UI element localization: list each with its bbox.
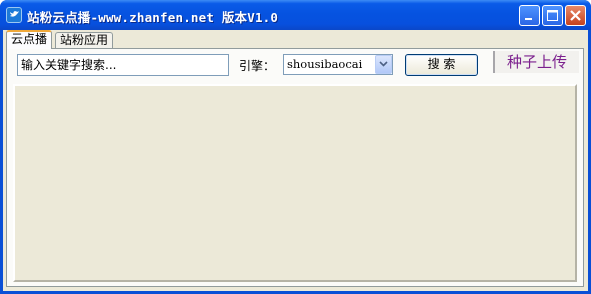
tab-cloud-vod[interactable]: 云点播: [6, 30, 53, 49]
torrent-upload-link[interactable]: 种子上传: [493, 51, 579, 73]
maximize-button[interactable]: [542, 5, 563, 26]
tab-panel: 输入关键字搜索... 引擎： shousibaocai 搜 索 种子上传: [6, 48, 584, 287]
app-window: 站粉云点播-www.zhanfen.net 版本V1.0 云点播 站粉应用 输入…: [0, 0, 591, 294]
close-icon: [570, 10, 581, 21]
minimize-button[interactable]: [519, 5, 540, 26]
engine-select[interactable]: shousibaocai: [283, 54, 393, 75]
window-title: 站粉云点播-www.zhanfen.net 版本V1.0: [27, 10, 279, 25]
app-icon[interactable]: [6, 7, 22, 23]
search-input[interactable]: 输入关键字搜索...: [17, 54, 229, 76]
search-button[interactable]: 搜 索: [405, 54, 478, 76]
results-area[interactable]: [13, 84, 577, 282]
engine-label: 引擎：: [239, 59, 276, 73]
dropdown-button[interactable]: [375, 55, 392, 74]
tab-zhanfen-apps[interactable]: 站粉应用: [55, 32, 114, 48]
engine-selected-value: shousibaocai: [287, 57, 363, 71]
client-area: 云点播 站粉应用 输入关键字搜索... 引擎： shousibaocai 搜 索…: [3, 30, 588, 291]
minimize-icon: [525, 18, 532, 20]
chevron-down-icon: [379, 61, 388, 67]
close-button[interactable]: [565, 5, 586, 26]
title-bar[interactable]: 站粉云点播-www.zhanfen.net 版本V1.0: [0, 0, 591, 30]
tab-strip: 云点播 站粉应用: [3, 30, 588, 49]
maximize-icon: [547, 10, 558, 21]
